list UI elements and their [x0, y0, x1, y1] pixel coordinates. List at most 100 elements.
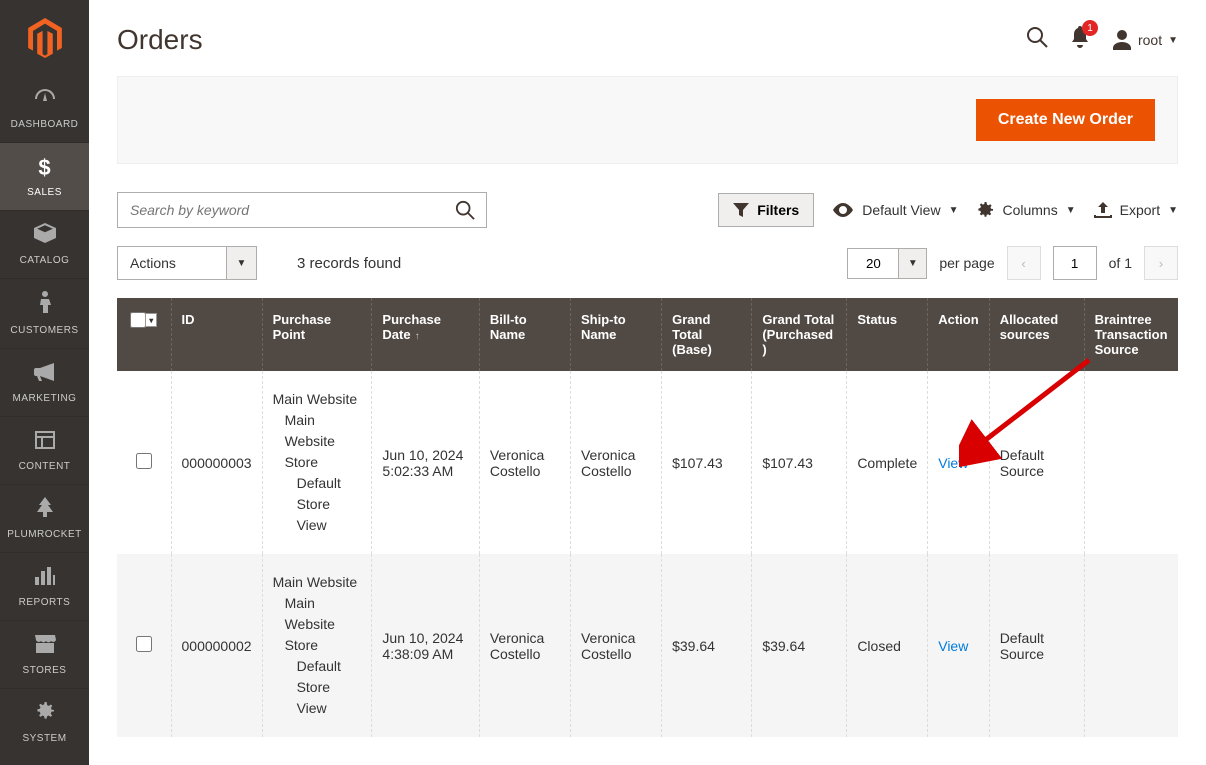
col-braintree[interactable]: Braintree Transaction Source	[1084, 298, 1178, 371]
create-new-order-button[interactable]: Create New Order	[976, 99, 1155, 141]
records-found: 3 records found	[297, 255, 401, 272]
cell-bill-to: Veronica Costello	[479, 371, 570, 554]
col-id[interactable]: ID	[171, 298, 262, 371]
page-number-input[interactable]	[1053, 246, 1097, 280]
user-icon	[1112, 30, 1132, 50]
row-checkbox[interactable]	[136, 453, 152, 469]
select-all-checkbox[interactable]	[130, 312, 146, 328]
export-dropdown[interactable]: Export ▼	[1094, 202, 1178, 218]
nav-content[interactable]: CONTENT	[0, 417, 89, 485]
nav-stores[interactable]: STORES	[0, 621, 89, 689]
dollar-icon: $	[38, 155, 50, 181]
filters-button[interactable]: Filters	[718, 193, 814, 227]
main-content: Orders 1 root ▼ Create New Order	[89, 0, 1206, 765]
gear-icon	[35, 701, 55, 727]
nav-customers[interactable]: CUSTOMERS	[0, 279, 89, 349]
view-link[interactable]: View	[938, 455, 968, 471]
cell-gt-purchased: $107.43	[752, 371, 847, 554]
notification-badge: 1	[1082, 20, 1098, 36]
tree-icon	[35, 497, 55, 523]
table-row: 000000002 Main Website Main Website Stor…	[117, 554, 1178, 737]
cell-allocated: Default Source	[989, 554, 1084, 737]
magento-logo-icon	[27, 18, 63, 58]
col-bill-to[interactable]: Bill-to Name	[479, 298, 570, 371]
layout-icon	[35, 429, 55, 455]
search-button[interactable]	[444, 193, 486, 227]
chevron-down-icon[interactable]: ▾	[145, 313, 157, 327]
dashboard-icon	[33, 87, 57, 113]
col-purchase-date[interactable]: Purchase Date	[372, 298, 479, 371]
cell-date: Jun 10, 2024 5:02:33 AM	[372, 371, 479, 554]
bulk-actions-dropdown[interactable]: Actions ▼	[117, 246, 257, 280]
eye-icon	[832, 203, 854, 217]
user-menu[interactable]: root ▼	[1112, 30, 1178, 50]
cell-bill-to: Veronica Costello	[479, 554, 570, 737]
gear-icon	[976, 201, 994, 219]
storefront-icon	[34, 633, 56, 659]
megaphone-icon	[34, 361, 56, 387]
cell-ship-to: Veronica Costello	[570, 554, 661, 737]
orders-table: ▾ ID Purchase Point Purchase Date Bill-t…	[117, 298, 1178, 737]
action-bar: Create New Order	[117, 76, 1178, 164]
nav-plumrocket[interactable]: PLUMROCKET	[0, 485, 89, 553]
logo[interactable]	[0, 0, 89, 75]
notifications-icon[interactable]: 1	[1070, 26, 1090, 54]
columns-dropdown[interactable]: Columns ▼	[976, 201, 1075, 219]
cell-purchase-point: Main Website Main Website Store Default …	[262, 554, 372, 737]
col-action[interactable]: Action	[928, 298, 989, 371]
default-view-dropdown[interactable]: Default View ▼	[832, 202, 958, 218]
cell-ship-to: Veronica Costello	[570, 371, 661, 554]
col-gt-purchased[interactable]: Grand Total (Purchased)	[752, 298, 847, 371]
meta-row: Actions ▼ 3 records found ▼ per page ‹ o…	[117, 246, 1178, 280]
col-ship-to[interactable]: Ship-to Name	[570, 298, 661, 371]
search-input[interactable]	[118, 193, 444, 227]
box-icon	[34, 223, 56, 249]
next-page-button[interactable]: ›	[1144, 246, 1178, 280]
sidebar: DASHBOARD $ SALES CATALOG CUSTOMERS MARK…	[0, 0, 89, 765]
table-row: 000000003 Main Website Main Website Stor…	[117, 371, 1178, 554]
col-purchase-point[interactable]: Purchase Point	[262, 298, 372, 371]
cell-id: 000000002	[171, 554, 262, 737]
per-page-label: per page	[939, 255, 994, 271]
page-size-input[interactable]	[847, 248, 899, 279]
chevron-down-icon: ▼	[1168, 205, 1178, 216]
cell-status: Complete	[847, 371, 928, 554]
prev-page-button[interactable]: ‹	[1007, 246, 1041, 280]
chevron-down-icon[interactable]: ▼	[899, 248, 927, 279]
nav-marketing[interactable]: MARKETING	[0, 349, 89, 417]
cell-braintree	[1084, 554, 1178, 737]
col-status[interactable]: Status	[847, 298, 928, 371]
page-title: Orders	[117, 24, 203, 56]
nav-catalog[interactable]: CATALOG	[0, 211, 89, 279]
total-pages-label: of 1	[1109, 255, 1132, 271]
person-icon	[38, 291, 52, 319]
page-header: Orders 1 root ▼	[117, 0, 1178, 66]
chevron-down-icon: ▼	[1066, 205, 1076, 216]
toolbar: Filters Default View ▼ Columns ▼ Export …	[117, 192, 1178, 228]
funnel-icon	[733, 203, 749, 217]
col-allocated[interactable]: Allocated sources	[989, 298, 1084, 371]
cell-status: Closed	[847, 554, 928, 737]
nav-sales[interactable]: $ SALES	[0, 143, 89, 211]
view-link[interactable]: View	[938, 638, 968, 654]
cell-id: 000000003	[171, 371, 262, 554]
nav-dashboard[interactable]: DASHBOARD	[0, 75, 89, 143]
search-icon[interactable]	[1026, 26, 1048, 54]
cell-gt-base: $107.43	[662, 371, 752, 554]
cell-gt-base: $39.64	[662, 554, 752, 737]
col-gt-base[interactable]: Grand Total (Base)	[662, 298, 752, 371]
chevron-down-icon: ▼	[949, 205, 959, 216]
nav-reports[interactable]: REPORTS	[0, 553, 89, 621]
chevron-down-icon: ▼	[1168, 35, 1178, 46]
bars-icon	[35, 565, 55, 591]
cell-date: Jun 10, 2024 4:38:09 AM	[372, 554, 479, 737]
nav-system[interactable]: SYSTEM	[0, 689, 89, 756]
export-icon	[1094, 202, 1112, 218]
cell-purchase-point: Main Website Main Website Store Default …	[262, 371, 372, 554]
cell-gt-purchased: $39.64	[752, 554, 847, 737]
chevron-down-icon[interactable]: ▼	[227, 246, 257, 280]
row-checkbox[interactable]	[136, 636, 152, 652]
col-select[interactable]: ▾	[117, 298, 171, 371]
pager: ▼ per page ‹ of 1 ›	[847, 246, 1178, 280]
cell-allocated: Default Source	[989, 371, 1084, 554]
